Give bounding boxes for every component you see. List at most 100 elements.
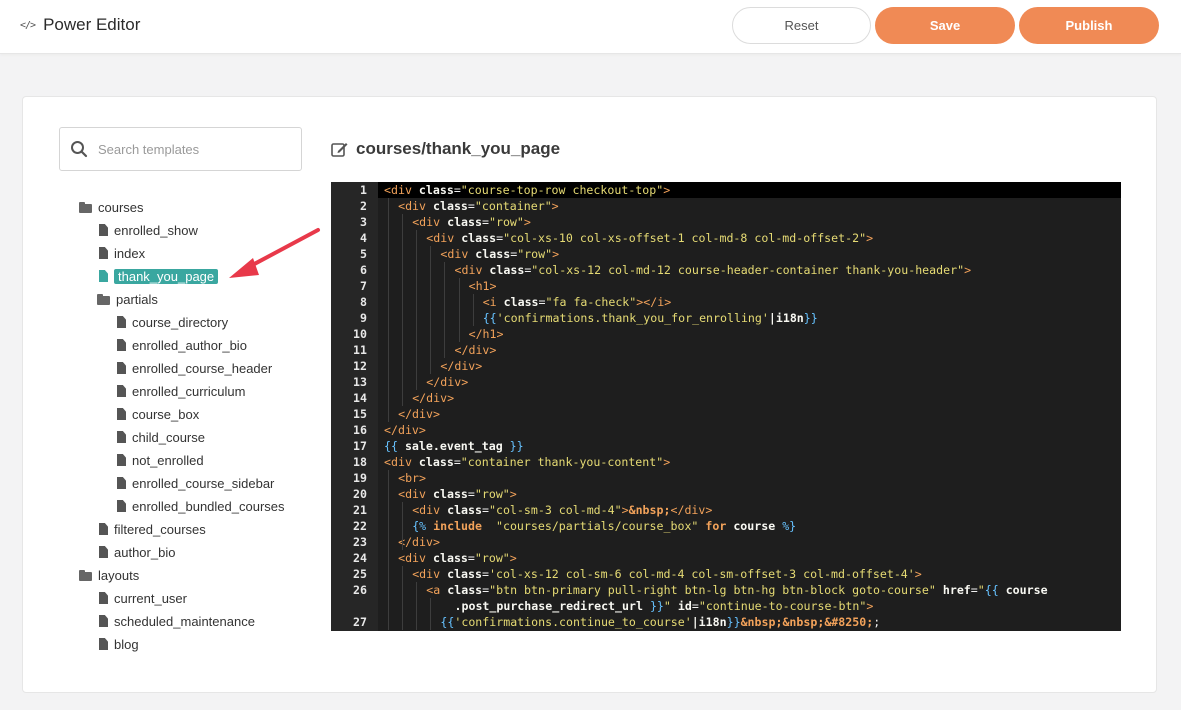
search-input[interactable] (98, 141, 288, 157)
code-editor[interactable]: 1 <div class="course-top-row checkout-top… (331, 182, 1121, 631)
code-text: <div class="container thank-you-content"… (384, 454, 670, 470)
tree-file[interactable]: enrolled_show (99, 220, 198, 240)
code-line: 3 <div class="row"> (331, 214, 1121, 230)
code-line: 10 </h1> (331, 326, 1121, 342)
tree-item-label: thank_you_page (114, 268, 219, 284)
line-number: 10 (353, 327, 367, 341)
line-number: 21 (353, 503, 367, 517)
code-token: "container thank-you-content" (460, 455, 664, 469)
code-token: > (552, 247, 560, 261)
tree-item-label: not_enrolled (132, 452, 204, 468)
tree-item-label: partials (116, 291, 158, 307)
indent-guide (416, 582, 418, 630)
code-token: = (482, 503, 489, 517)
code-token: ; (873, 615, 881, 629)
tree-file[interactable]: index (99, 243, 145, 263)
code-token: class (447, 215, 482, 229)
code-token: = (453, 455, 461, 469)
code-token: = (467, 551, 475, 565)
code-token: <h1> (468, 279, 497, 293)
code-text: <div class="course-top-row checkout-top"… (384, 182, 670, 198)
search-box[interactable] (59, 127, 302, 171)
code-token: |i18n (691, 615, 727, 629)
code-token: "fa fa-check" (545, 295, 637, 309)
code-token: = (453, 183, 461, 197)
line-number: 3 (360, 215, 367, 229)
code-text: <div class="col-xs-12 col-md-12 course-h… (455, 262, 972, 278)
code-line: 12 </div> (331, 358, 1121, 374)
tree-file[interactable]: author_bio (99, 542, 175, 562)
tree-file[interactable]: enrolled_course_header (117, 358, 272, 378)
publish-button[interactable]: Publish (1019, 7, 1159, 44)
line-number: 14 (353, 391, 367, 405)
tree-file[interactable]: enrolled_curriculum (117, 381, 245, 401)
code-line: 19 <br> (331, 470, 1121, 486)
tree-file[interactable]: blog (99, 634, 139, 654)
tree-folder[interactable]: layouts (79, 565, 139, 585)
tree-file[interactable]: filtered_courses (99, 519, 206, 539)
code-token: 'confirmations.thank_you_for_enrolling' (496, 311, 769, 325)
file-icon (99, 224, 108, 236)
code-token: href (942, 583, 971, 597)
tree-file[interactable]: course_directory (117, 312, 228, 332)
code-token: class (475, 247, 511, 261)
tree-folder[interactable]: partials (97, 289, 158, 309)
code-token: <div (398, 551, 433, 565)
code-text: <div class="row"> (440, 246, 559, 262)
code-line: 18 <div class="container thank-you-conten… (331, 454, 1121, 470)
code-token: = (482, 567, 489, 581)
code-token: &nbsp; (628, 503, 671, 517)
tree-file[interactable]: not_enrolled (117, 450, 204, 470)
save-button[interactable]: Save (875, 7, 1015, 44)
tree-file[interactable]: course_box (117, 404, 199, 424)
code-token: {{ (384, 439, 405, 453)
tree-file[interactable]: current_user (99, 588, 187, 608)
tree-file[interactable]: enrolled_bundled_courses (117, 496, 285, 516)
code-text: <div class="col-xs-10 col-xs-offset-1 co… (426, 230, 873, 246)
tree-file[interactable]: scheduled_maintenance (99, 611, 255, 631)
file-icon (117, 385, 126, 397)
tree-file[interactable]: enrolled_author_bio (117, 335, 247, 355)
code-line: 2 <div class="container"> (331, 198, 1121, 214)
top-bar: </> Power Editor Reset Save Publish (0, 0, 1181, 54)
code-text: <h1> (469, 278, 497, 294)
code-line: 21 <div class="col-sm-3 col-md-4">&nbsp;<… (331, 502, 1121, 518)
code-token: = (482, 215, 489, 229)
code-token: course (1005, 583, 1048, 597)
tree-item-label: blog (114, 636, 139, 652)
code-token: <div (398, 487, 433, 501)
reset-button[interactable]: Reset (732, 7, 871, 44)
code-token: for (705, 519, 727, 533)
code-line: 23 </div> (331, 534, 1121, 550)
tree-file[interactable]: thank_you_page (99, 266, 219, 286)
tree-item-label: course_box (132, 406, 200, 422)
code-token: "row" (474, 551, 510, 565)
code-token: > (523, 215, 531, 229)
line-number: 13 (353, 375, 367, 389)
code-token: > (509, 487, 517, 501)
code-text: {{ sale.event_tag }} (384, 438, 524, 454)
code-token: "col-sm-3 col-md-4" (488, 503, 622, 517)
tree-file[interactable]: enrolled_course_sidebar (117, 473, 274, 493)
tree-file[interactable]: child_course (117, 427, 205, 447)
indent-guide (458, 278, 460, 342)
code-text: </div> (440, 358, 482, 374)
code-token: class (447, 583, 483, 597)
line-number: 8 (360, 295, 367, 309)
code-icon: </> (20, 19, 36, 31)
code-token: class (503, 295, 539, 309)
indent-guide (444, 262, 446, 358)
tree-folder[interactable]: courses (79, 197, 144, 217)
code-token: " (977, 583, 985, 597)
code-token: id (677, 599, 692, 613)
line-number: 12 (353, 359, 367, 373)
code-token: course (733, 519, 776, 533)
line-number: 4 (360, 231, 367, 245)
code-line: 16 </div> (331, 422, 1121, 438)
file-icon (99, 615, 108, 627)
code-line: .post_purchase_redirect_url }}" id="cont… (331, 598, 1121, 614)
tree-item-label: course_directory (132, 314, 229, 330)
folder-icon (79, 569, 93, 581)
code-token: "course-top-row checkout-top" (460, 183, 664, 197)
code-token: class (418, 455, 454, 469)
